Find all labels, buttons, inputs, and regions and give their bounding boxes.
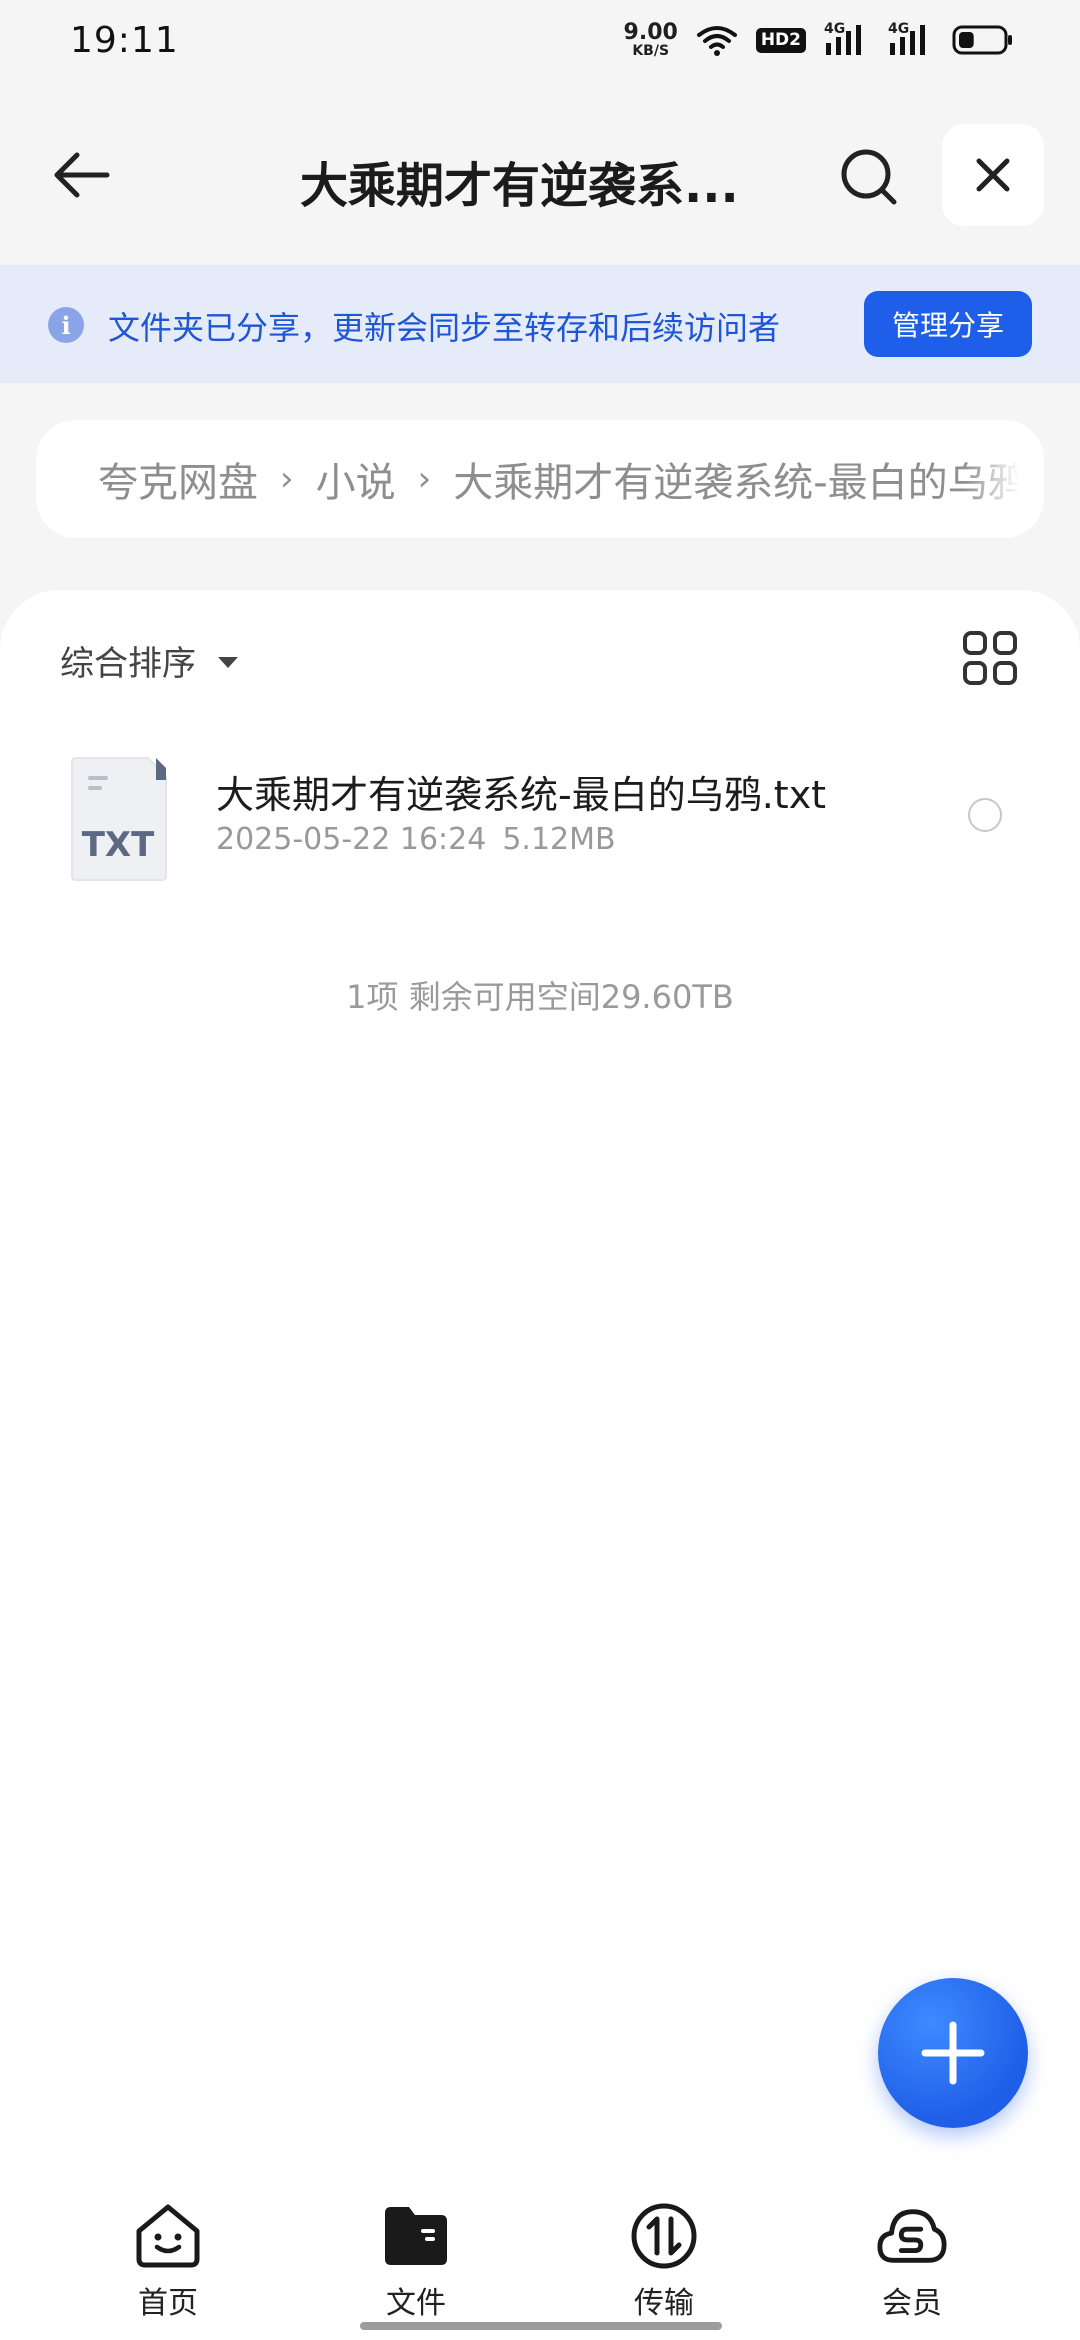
grid-view-icon[interactable] bbox=[962, 630, 1018, 686]
net-speed: 9.00 KB/S bbox=[623, 20, 678, 59]
bottom-nav: 首页 文件 传输 会员 bbox=[0, 2190, 1080, 2340]
breadcrumb-item-root[interactable]: 夸克网盘 bbox=[98, 450, 258, 508]
file-date: 2025-05-22 16:24 bbox=[216, 822, 487, 857]
file-type-label: TXT bbox=[82, 825, 155, 865]
nav-label-vip: 会员 bbox=[882, 2286, 942, 2321]
page-title: 大乘期才有逆袭系... bbox=[300, 158, 739, 214]
folder-icon bbox=[385, 2207, 447, 2265]
sort-dropdown[interactable]: 综合排序 bbox=[60, 636, 238, 685]
arrow-left-icon bbox=[54, 152, 110, 198]
transfer-icon bbox=[631, 2203, 697, 2269]
close-button[interactable] bbox=[942, 124, 1044, 226]
status-time: 19:11 bbox=[70, 19, 179, 61]
hd-badge: HD2 bbox=[755, 27, 806, 53]
file-list-item[interactable]: TXT 大乘期才有逆袭系统-最白的乌鸦.txt 2025-05-22 16:24… bbox=[0, 750, 1080, 890]
nav-item-transfer[interactable]: 传输 bbox=[604, 2200, 724, 2322]
storage-summary: 1项 剩余可用空间29.60TB bbox=[346, 978, 734, 1016]
search-icon bbox=[841, 149, 897, 205]
share-notice-banner: i 文件夹已分享，更新会同步至转存和后续访问者 管理分享 bbox=[0, 265, 1080, 383]
status-icons: 9.00 KB/S HD2 4G 4G bbox=[623, 20, 1014, 59]
breadcrumb-fade bbox=[964, 420, 1044, 538]
chevron-right-icon: › bbox=[280, 459, 294, 499]
nav-label-transfer: 传输 bbox=[634, 2286, 694, 2321]
signal-2-icon: 4G bbox=[888, 21, 934, 57]
txt-file-icon: TXT bbox=[71, 757, 167, 881]
nav-label-files: 文件 bbox=[386, 2286, 446, 2321]
breadcrumb: 夸克网盘 › 小说 › 大乘期才有逆袭系统-最白的乌鸦 bbox=[36, 420, 1044, 538]
wifi-icon bbox=[696, 26, 737, 56]
caret-down-icon bbox=[218, 657, 238, 668]
plus-icon bbox=[921, 2021, 985, 2085]
status-bar: 19:11 9.00 KB/S HD2 4G 4G bbox=[0, 0, 1080, 80]
battery-icon bbox=[952, 25, 1012, 55]
close-icon bbox=[976, 158, 1010, 192]
page: 19:11 9.00 KB/S HD2 4G 4G 大乘期才有逆袭系... i … bbox=[0, 0, 1080, 2340]
nav-item-vip[interactable]: 会员 bbox=[852, 2200, 972, 2322]
chevron-right-icon: › bbox=[417, 459, 432, 499]
info-icon: i bbox=[48, 307, 84, 343]
share-notice-text: 文件夹已分享，更新会同步至转存和后续访问者 bbox=[108, 309, 781, 347]
home-face-icon bbox=[136, 2204, 200, 2268]
file-meta: 2025-05-22 16:24 5.12MB bbox=[216, 822, 616, 857]
cloud-s-icon bbox=[877, 2209, 947, 2263]
home-indicator[interactable] bbox=[360, 2322, 722, 2330]
signal-1-icon: 4G bbox=[824, 21, 870, 57]
nav-label-home: 首页 bbox=[138, 2286, 198, 2321]
sort-label: 综合排序 bbox=[60, 644, 196, 684]
add-button[interactable] bbox=[878, 1978, 1028, 2128]
net-speed-unit: KB/S bbox=[632, 43, 670, 59]
manage-share-button[interactable]: 管理分享 bbox=[864, 291, 1032, 357]
breadcrumb-item-current: 大乘期才有逆袭系统-最白的乌鸦 bbox=[453, 460, 1028, 506]
back-button[interactable] bbox=[46, 142, 116, 208]
search-button[interactable] bbox=[836, 144, 902, 210]
header: 大乘期才有逆袭系... bbox=[0, 120, 1080, 230]
nav-item-files[interactable]: 文件 bbox=[356, 2200, 476, 2322]
file-size: 5.12MB bbox=[502, 822, 616, 857]
breadcrumb-item-novels[interactable]: 小说 bbox=[316, 450, 396, 508]
file-select-radio[interactable] bbox=[968, 798, 1002, 832]
file-name: 大乘期才有逆袭系统-最白的乌鸦.txt bbox=[216, 773, 827, 817]
net-speed-value: 9.00 bbox=[623, 20, 678, 45]
nav-item-home[interactable]: 首页 bbox=[108, 2200, 228, 2322]
